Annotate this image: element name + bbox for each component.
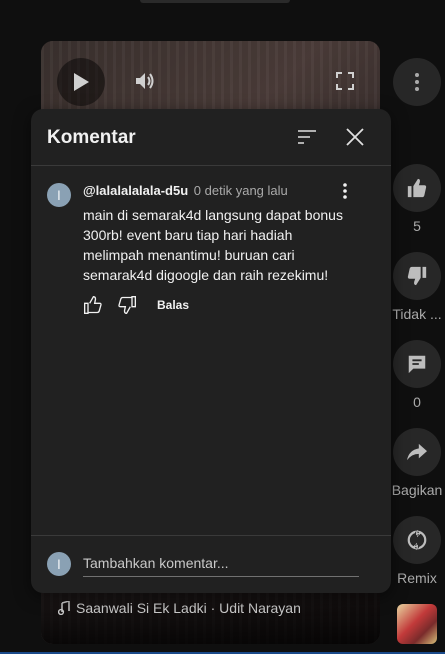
close-button[interactable] <box>341 123 369 151</box>
more-vertical-icon <box>343 183 347 199</box>
more-vertical-icon <box>415 73 419 91</box>
comment-more-button[interactable] <box>335 179 355 203</box>
remix-icon <box>407 529 427 551</box>
avatar[interactable]: l <box>47 183 71 207</box>
volume-icon <box>136 73 154 89</box>
panel-title: Komentar <box>47 127 136 148</box>
music-info[interactable]: Saanwali Si Ek Ladki · Udit Narayan <box>58 600 301 616</box>
comments-panel: Komentar l @lalalalalala-d5u 0 detik yan… <box>31 109 391 593</box>
thumb-down-outline-icon <box>118 296 136 315</box>
more-options-button[interactable] <box>393 58 441 106</box>
comment-header: @lalalalalala-d5u 0 detik yang lalu <box>83 183 288 198</box>
comment-icon <box>408 355 426 374</box>
thumb-up-outline-icon <box>84 295 102 314</box>
dislike-label: Tidak ... <box>392 306 442 322</box>
like-button[interactable] <box>393 164 441 212</box>
avatar: l <box>47 552 71 576</box>
sort-icon <box>298 130 316 144</box>
remix-button[interactable] <box>393 516 441 564</box>
share-button[interactable] <box>393 428 441 476</box>
comment-actions: Balas <box>79 293 189 317</box>
share-label: Bagikan <box>391 482 443 498</box>
fullscreen-button[interactable] <box>330 66 360 96</box>
dislike-button[interactable] <box>393 252 441 300</box>
sort-button[interactable] <box>293 123 321 151</box>
like-count: 5 <box>413 218 421 234</box>
music-title: Saanwali Si Ek Ladki · Udit Narayan <box>76 600 301 616</box>
comment-author[interactable]: @lalalalalala-d5u <box>83 183 188 198</box>
fullscreen-icon <box>336 72 354 90</box>
add-comment-bar: l <box>31 535 391 593</box>
play-icon <box>74 73 89 91</box>
top-edge-bar <box>140 0 290 3</box>
close-icon <box>346 128 364 146</box>
add-comment-input[interactable] <box>83 550 359 577</box>
comment-text: main di semarak4d langsung dapat bonus 3… <box>83 207 343 283</box>
remix-label: Remix <box>397 570 437 586</box>
comment-count: 0 <box>413 394 421 410</box>
play-button[interactable] <box>57 58 105 106</box>
comment-dislike-button[interactable] <box>113 293 141 317</box>
sound-thumbnail[interactable] <box>397 604 437 644</box>
comment-like-button[interactable] <box>79 293 107 317</box>
reply-button[interactable]: Balas <box>157 298 189 312</box>
thumb-up-icon <box>407 178 427 198</box>
share-icon <box>407 443 427 461</box>
comment-time: 0 detik yang lalu <box>193 183 288 198</box>
comments-button[interactable] <box>393 340 441 388</box>
volume-button[interactable] <box>130 66 160 96</box>
comments-header: Komentar <box>31 109 391 166</box>
music-note-icon <box>58 601 70 615</box>
thumb-down-icon <box>407 266 427 286</box>
